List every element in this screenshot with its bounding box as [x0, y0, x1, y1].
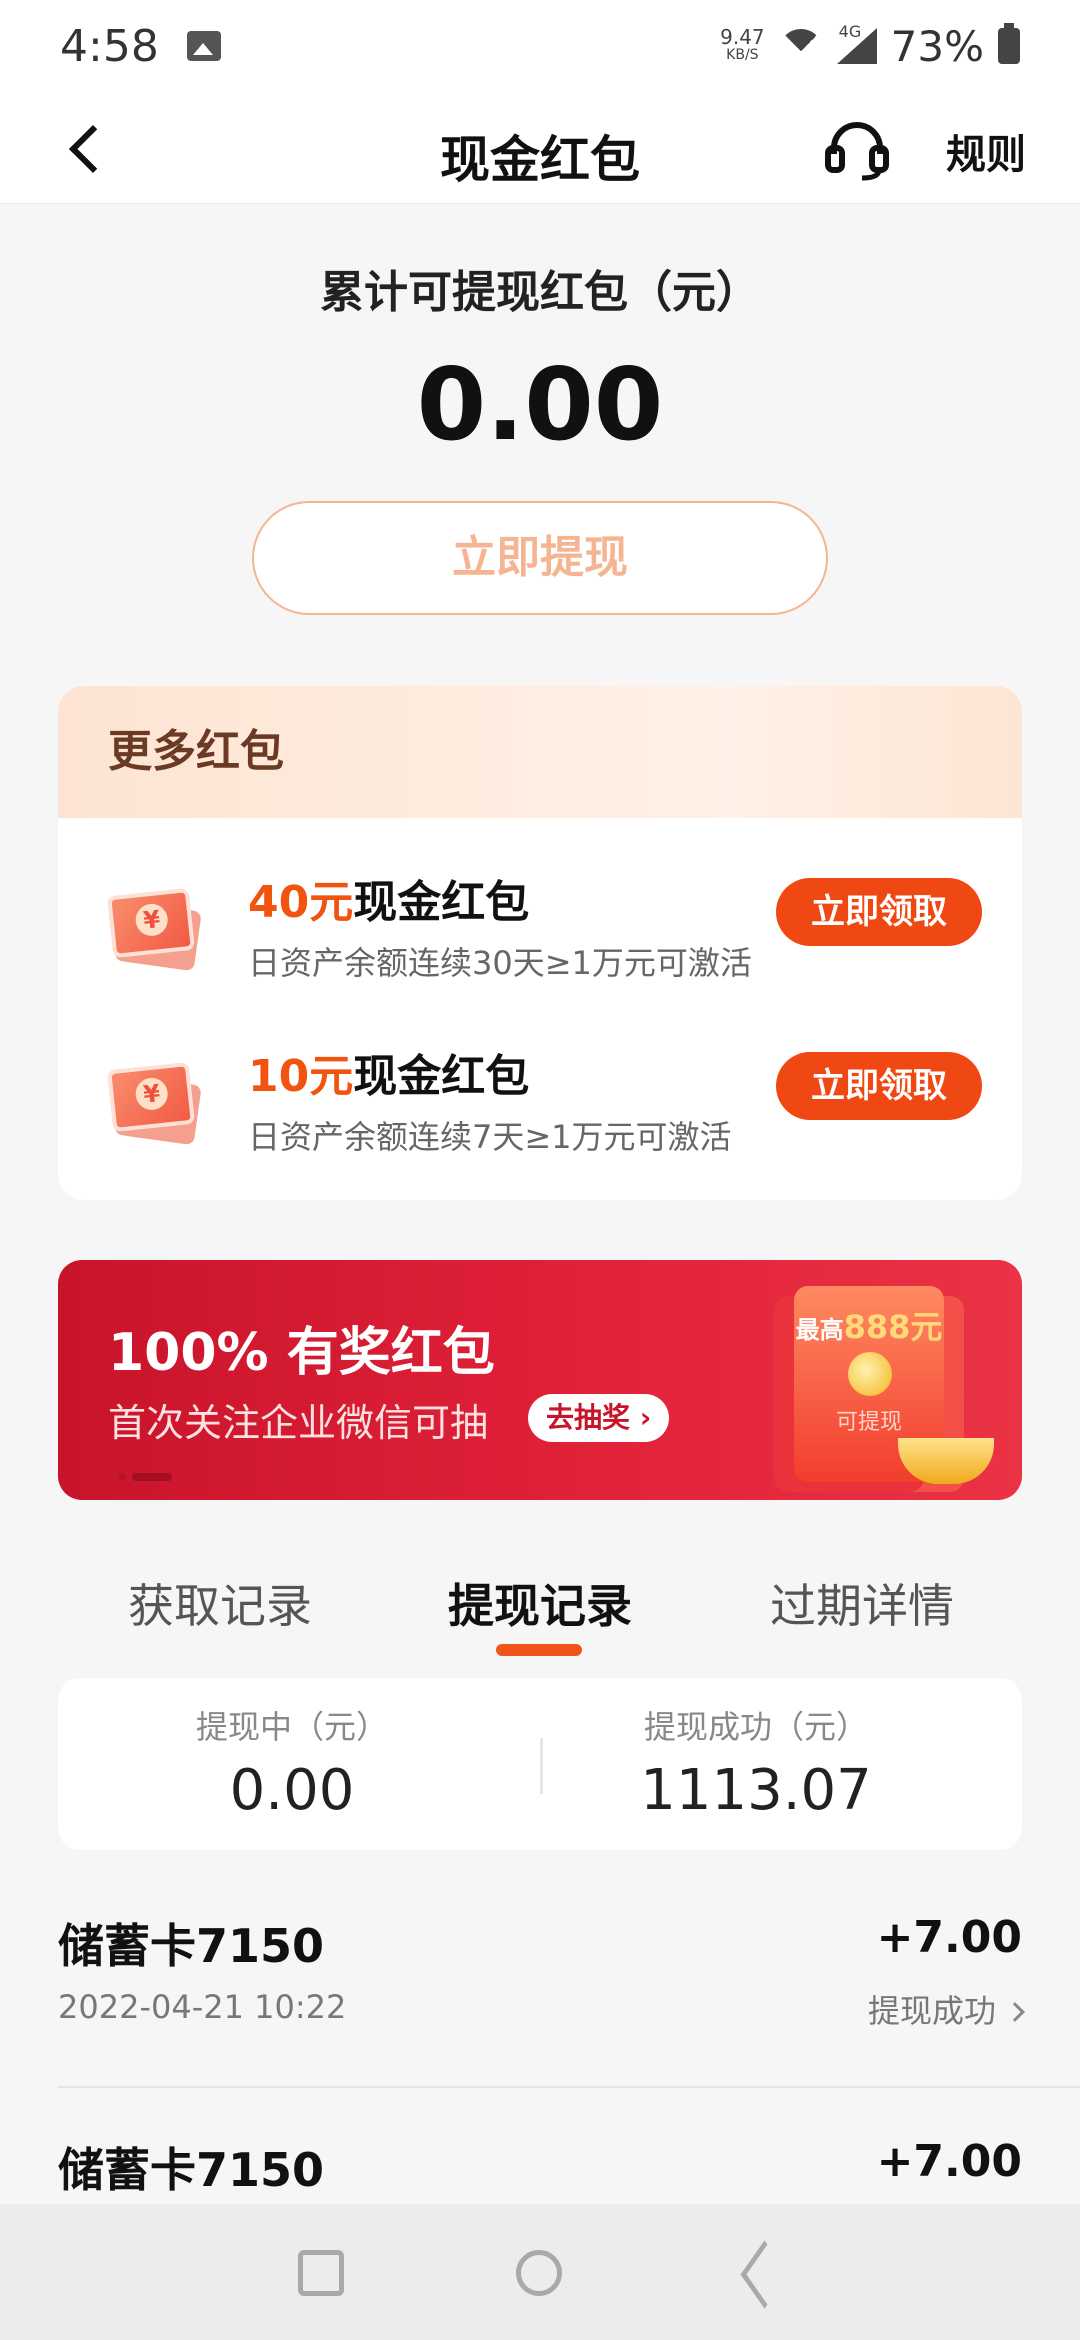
- more-packets-card: 更多红包 40元现金红包 日资产余额连续30天≥1万元可激活 立即领取 10元现…: [58, 686, 1022, 1200]
- rules-link[interactable]: 规则: [946, 122, 1026, 180]
- status-bar: 4:58 9.47 KB/S 4G 73%: [0, 0, 1080, 92]
- tab-earn-records[interactable]: 获取记录: [128, 1570, 312, 1636]
- record-card-name: 储蓄卡7150: [58, 1919, 325, 1973]
- status-indicators: 9.47 KB/S 4G 73%: [720, 21, 1020, 73]
- packet-description: 日资产余额连续7天≥1万元可激活: [248, 1118, 732, 1156]
- record-time: 2022-04-21 10:22: [58, 1988, 347, 2026]
- claim-button[interactable]: 立即领取: [776, 878, 982, 946]
- recent-apps-icon[interactable]: [298, 2250, 344, 2296]
- art-max-value: 888元: [843, 1308, 943, 1346]
- withdraw-stats-card: 提现中（元） 0.00 提现成功（元） 1113.07: [58, 1678, 1022, 1850]
- chevron-right-icon: ›: [639, 1401, 652, 1434]
- record-item[interactable]: 储蓄卡7150 +7.00 2022-04-21 10:22 提现成功: [58, 1910, 1080, 2040]
- system-nav-bar: [0, 2204, 1080, 2340]
- promo-banner[interactable]: 100% 有奖红包 首次关注企业微信可抽 去抽奖 › 最高888元 可提现: [58, 1260, 1022, 1500]
- record-tabs: 获取记录 提现记录 过期详情: [0, 1570, 1080, 1670]
- chevron-right-icon: [1005, 2002, 1025, 2022]
- withdrawable-amount: 0.00: [416, 346, 664, 463]
- packet-title: 40元现金红包: [248, 866, 529, 930]
- network-speed: 9.47 KB/S: [720, 25, 765, 64]
- cell-signal-icon: 4G: [836, 22, 877, 64]
- red-envelope-illustration: 最高888元 可提现: [748, 1280, 1008, 1490]
- record-status[interactable]: 提现成功: [867, 1986, 1025, 2032]
- red-packet-icon: [106, 887, 202, 972]
- record-amount: +7.00: [876, 2136, 1022, 2187]
- banner-subtitle: 首次关注企业微信可抽: [108, 1401, 489, 1445]
- packet-name: 现金红包: [353, 877, 530, 928]
- banner-pagination: [118, 1466, 178, 1485]
- packet-amount: 10元: [248, 1051, 354, 1102]
- art-max-prefix: 最高: [795, 1316, 844, 1344]
- image-notification-icon: [186, 31, 221, 61]
- art-label: 可提现: [835, 1410, 902, 1435]
- tab-withdraw-records[interactable]: 提现记录: [448, 1570, 632, 1636]
- claim-button[interactable]: 立即领取: [776, 1052, 982, 1120]
- packet-amount: 40元: [248, 877, 354, 928]
- stat-pending: 提现中（元） 0.00: [72, 1702, 512, 1823]
- battery-percent: 73%: [890, 21, 984, 71]
- gold-coin-icon: [848, 1352, 892, 1396]
- page-title: 现金红包: [440, 131, 640, 189]
- record-status-label: 提现成功: [867, 1992, 996, 2030]
- nav-back-icon[interactable]: [738, 2250, 784, 2296]
- packet-item: 40元现金红包 日资产余额连续30天≥1万元可激活 立即领取: [58, 866, 1022, 1026]
- record-item[interactable]: 储蓄卡7150 +7.00: [58, 2134, 1080, 2204]
- record-divider: [58, 2086, 1080, 2088]
- withdrawable-label: 累计可提现红包（元）: [320, 267, 760, 318]
- network-type: 4G: [838, 22, 862, 41]
- network-speed-value: 9.47: [720, 25, 765, 49]
- packet-item: 10元现金红包 日资产余额连续7天≥1万元可激活 立即领取: [58, 1040, 1022, 1200]
- wifi-icon: [778, 29, 823, 73]
- withdraw-now-button[interactable]: 立即提现: [252, 501, 828, 615]
- status-time: 4:58: [60, 20, 159, 72]
- active-tab-indicator: [496, 1644, 582, 1656]
- headset-icon: [825, 122, 889, 181]
- red-packet-icon: [106, 1061, 202, 1146]
- app-header: 现金红包 规则: [0, 92, 1080, 204]
- network-speed-unit: KB/S: [726, 47, 759, 63]
- customer-service-button[interactable]: [822, 114, 892, 184]
- stat-success: 提现成功（元） 1113.07: [536, 1702, 976, 1823]
- record-amount: +7.00: [876, 1912, 1022, 1963]
- banner-title: 100% 有奖红包: [108, 1323, 495, 1383]
- packet-title: 10元现金红包: [248, 1040, 529, 1104]
- battery-icon: [998, 23, 1020, 64]
- tab-expired-details[interactable]: 过期详情: [770, 1570, 954, 1636]
- stat-pending-value: 0.00: [229, 1758, 355, 1823]
- stat-success-value: 1113.07: [640, 1758, 872, 1823]
- home-icon[interactable]: [516, 2250, 562, 2296]
- packet-name: 现金红包: [353, 1051, 530, 1102]
- record-card-name: 储蓄卡7150: [58, 2143, 325, 2197]
- banner-cta-label: 去抽奖: [546, 1401, 631, 1434]
- packet-description: 日资产余额连续30天≥1万元可激活: [248, 944, 752, 982]
- stat-pending-label: 提现中（元）: [195, 1708, 388, 1746]
- stat-success-label: 提现成功（元）: [643, 1708, 868, 1746]
- more-packets-title: 更多红包: [58, 686, 1022, 818]
- banner-draw-button[interactable]: 去抽奖 ›: [528, 1394, 670, 1442]
